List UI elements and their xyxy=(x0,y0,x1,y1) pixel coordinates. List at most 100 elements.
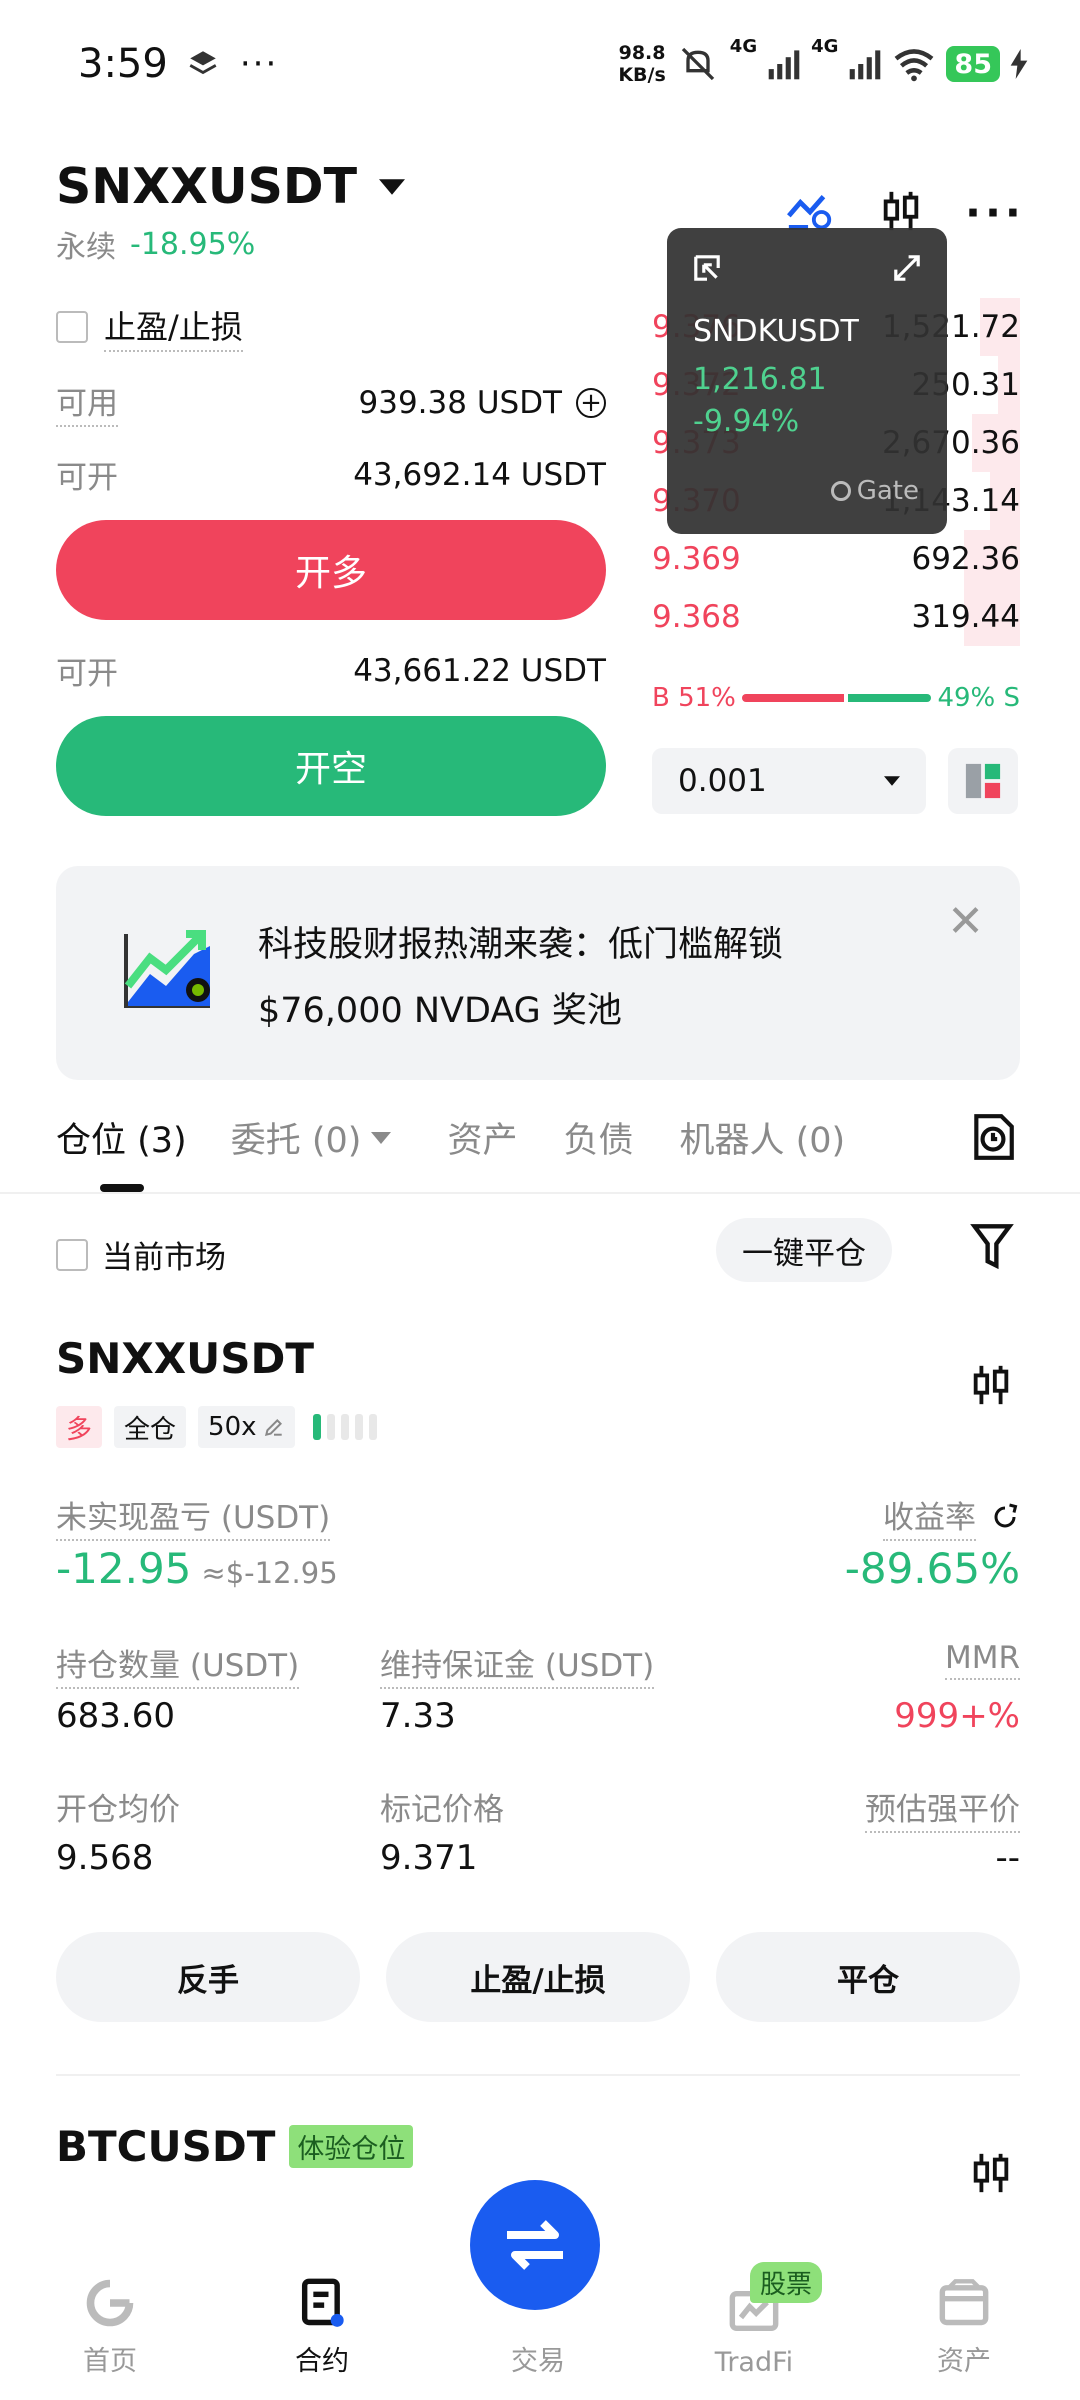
current-market-filter[interactable]: 当前市场 xyxy=(56,1232,226,1277)
exit-pip-icon[interactable] xyxy=(691,252,723,284)
edit-pencil-icon xyxy=(264,1418,282,1437)
stock-growth-icon xyxy=(124,930,210,1008)
mute-icon xyxy=(681,47,714,81)
close-position-button[interactable]: 平仓 xyxy=(716,1932,1020,2022)
nav-trade-label[interactable]: 交易 xyxy=(458,2339,618,2378)
chart-indicator-icon[interactable] xyxy=(785,192,835,232)
leverage-tag[interactable]: 50x xyxy=(198,1406,295,1448)
nav-futures[interactable]: 合约 xyxy=(242,2277,402,2378)
tab-orders[interactable]: 委托 (0) xyxy=(231,1112,392,1163)
more-dots-icon: ··· xyxy=(239,44,279,84)
candlestick-icon[interactable] xyxy=(968,2150,1014,2196)
orderbook-row[interactable]: 9.368 319.44 xyxy=(652,588,1020,646)
roe-label: 收益率 xyxy=(883,1492,976,1541)
buy-ratio-label: B 51% xyxy=(652,683,736,713)
net-speed: 98.8 xyxy=(618,42,666,64)
wallet-icon xyxy=(939,2279,989,2326)
size-label: 持仓数量 (USDT) xyxy=(56,1640,300,1689)
orderbook-qty: 692.36 xyxy=(911,541,1020,577)
side-tag: 多 xyxy=(56,1406,103,1448)
open-long-label: 可开 xyxy=(56,460,118,496)
orderbook-price: 9.368 xyxy=(652,599,741,635)
charging-icon xyxy=(1010,49,1028,79)
entry-price-value: 9.568 xyxy=(56,1838,154,1878)
tabs-divider xyxy=(0,1192,1080,1194)
open-long-button[interactable]: 开多 xyxy=(56,520,606,620)
battery-indicator: 85 xyxy=(946,46,1000,82)
nav-home-label: 首页 xyxy=(83,2346,137,2377)
more-menu-icon[interactable]: ··· xyxy=(965,188,1025,237)
wifi-icon xyxy=(895,49,934,82)
share-refresh-icon[interactable] xyxy=(990,1502,1020,1532)
floating-price: 1,216.81 xyxy=(693,362,827,397)
orderbook-row[interactable]: 9.369 692.36 xyxy=(652,530,1020,588)
upnl-usd: ≈$-12.95 xyxy=(201,1556,338,1590)
net-speed-unit: KB/s xyxy=(618,64,666,86)
layout-icon xyxy=(965,763,1001,799)
header-change: -18.95% xyxy=(130,226,256,262)
layers-icon xyxy=(189,51,217,75)
close-all-button[interactable]: 一键平仓 xyxy=(716,1218,892,1282)
gate-logo: Gate xyxy=(830,476,919,506)
transfer-plus-icon[interactable]: + xyxy=(576,387,606,418)
current-market-checkbox[interactable] xyxy=(56,1238,88,1271)
caret-down-icon xyxy=(379,178,406,195)
banner-line-1: 科技股财报热潮来袭：低门槛解锁 xyxy=(258,925,784,965)
active-tab-indicator xyxy=(100,1184,144,1192)
status-icons: 98.8 KB/s 4G 4G 85 xyxy=(618,36,1028,92)
available-label: 可用 xyxy=(56,378,118,427)
reverse-button[interactable]: 反手 xyxy=(56,1932,360,2022)
gate-logo-icon xyxy=(830,481,851,501)
signal-icon-2 xyxy=(850,50,881,80)
open-short-label: 可开 xyxy=(56,656,118,692)
caret-down-icon xyxy=(371,1131,392,1144)
header-subtitle: 永续 -18.95% xyxy=(56,222,255,266)
symbol-selector[interactable]: SNXXUSDT xyxy=(56,158,406,215)
current-market-label: 当前市场 xyxy=(102,1240,226,1276)
tab-assets[interactable]: 资产 xyxy=(447,1112,517,1163)
open-short-row: 可开 43,661.22 USDT xyxy=(56,648,606,693)
orderbook-price: 9.369 xyxy=(652,541,741,577)
sell-ratio-label: 49% S xyxy=(937,683,1020,713)
upnl-value: -12.95 xyxy=(56,1544,192,1593)
tab-bots[interactable]: 机器人 (0) xyxy=(679,1112,845,1163)
open-short-button[interactable]: 开空 xyxy=(56,716,606,816)
expand-icon[interactable] xyxy=(891,252,923,284)
tpsl-checkbox[interactable] xyxy=(56,311,88,343)
contract-doc-icon xyxy=(301,2278,344,2327)
network-label-2: 4G xyxy=(811,36,839,57)
mark-price-value: 9.371 xyxy=(380,1838,478,1878)
size-value: 683.60 xyxy=(56,1696,175,1736)
promo-banner[interactable]: 科技股财报热潮来袭：低门槛解锁 $76,000 NVDAG 奖池 ✕ xyxy=(56,866,1020,1080)
upnl-row: -12.95 ≈$-12.95 xyxy=(56,1544,338,1593)
nav-assets[interactable]: 资产 xyxy=(884,2277,1044,2378)
floating-ticker-window[interactable]: SNDKUSDT 1,216.81 -9.94% Gate xyxy=(667,228,947,534)
home-logo-icon xyxy=(86,2279,134,2327)
floating-symbol: SNDKUSDT xyxy=(693,314,859,349)
nav-home[interactable]: 首页 xyxy=(30,2277,190,2378)
available-row: 可用 939.38 USDT + xyxy=(56,378,606,427)
tab-liabilities[interactable]: 负债 xyxy=(563,1112,633,1163)
tpsl-checkbox-row[interactable]: 止盈/止损 xyxy=(56,302,243,352)
leverage-value: 50x xyxy=(208,1412,257,1442)
banner-line-2: $76,000 NVDAG 奖池 xyxy=(258,991,622,1031)
tpsl-button[interactable]: 止盈/止损 xyxy=(386,1932,690,2022)
tpsl-label: 止盈/止损 xyxy=(104,302,243,352)
precision-select[interactable]: 0.001 xyxy=(652,748,926,814)
close-icon[interactable]: ✕ xyxy=(947,900,984,944)
status-bar: 3:59 ··· xyxy=(78,38,278,90)
trade-fab-button[interactable] xyxy=(470,2180,600,2310)
position-divider xyxy=(56,2074,1020,2076)
filter-icon[interactable] xyxy=(970,1222,1014,1270)
swap-arrows-icon xyxy=(507,2220,563,2270)
buy-sell-ratio: B 51% 49% S xyxy=(652,682,1020,714)
position-symbol[interactable]: SNXXUSDT xyxy=(56,1334,314,1383)
sell-ratio-bar xyxy=(847,694,932,702)
position2-header[interactable]: BTCUSDT 体验仓位 xyxy=(56,2122,414,2171)
orderbook-layout-button[interactable] xyxy=(948,748,1018,814)
candlestick-icon[interactable] xyxy=(968,1362,1014,1408)
buy-ratio-bar xyxy=(741,694,844,702)
tab-positions[interactable]: 仓位 (3) xyxy=(56,1112,187,1163)
entry-price-label: 开仓均价 xyxy=(56,1792,180,1828)
history-clock-icon[interactable] xyxy=(970,1112,1016,1162)
